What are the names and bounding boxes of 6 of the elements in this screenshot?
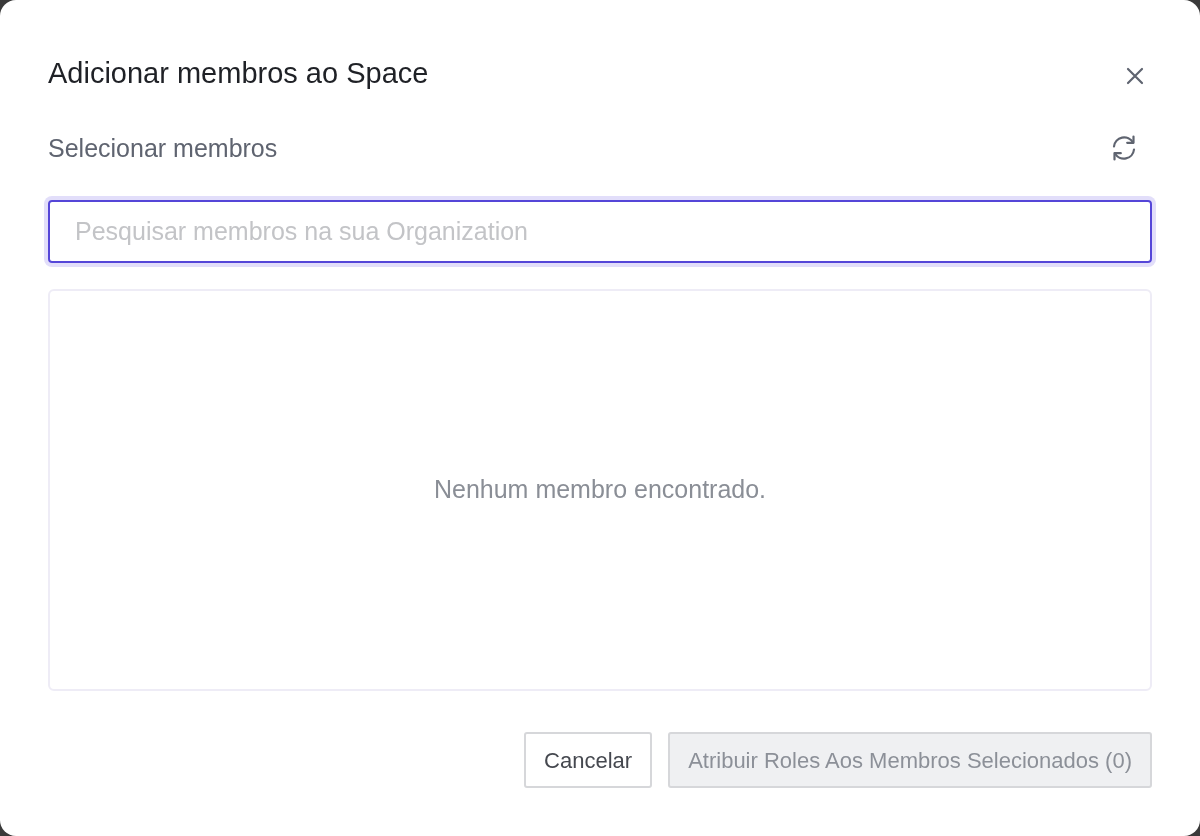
cancel-button[interactable]: Cancelar bbox=[524, 732, 653, 788]
empty-message: Nenhum membro encontrado. bbox=[433, 474, 767, 506]
section-label: Selecionar membros bbox=[48, 133, 278, 164]
dialog-title: Adicionar membros ao Space bbox=[48, 56, 429, 91]
close-button[interactable] bbox=[1126, 67, 1144, 85]
close-icon bbox=[1126, 67, 1144, 85]
